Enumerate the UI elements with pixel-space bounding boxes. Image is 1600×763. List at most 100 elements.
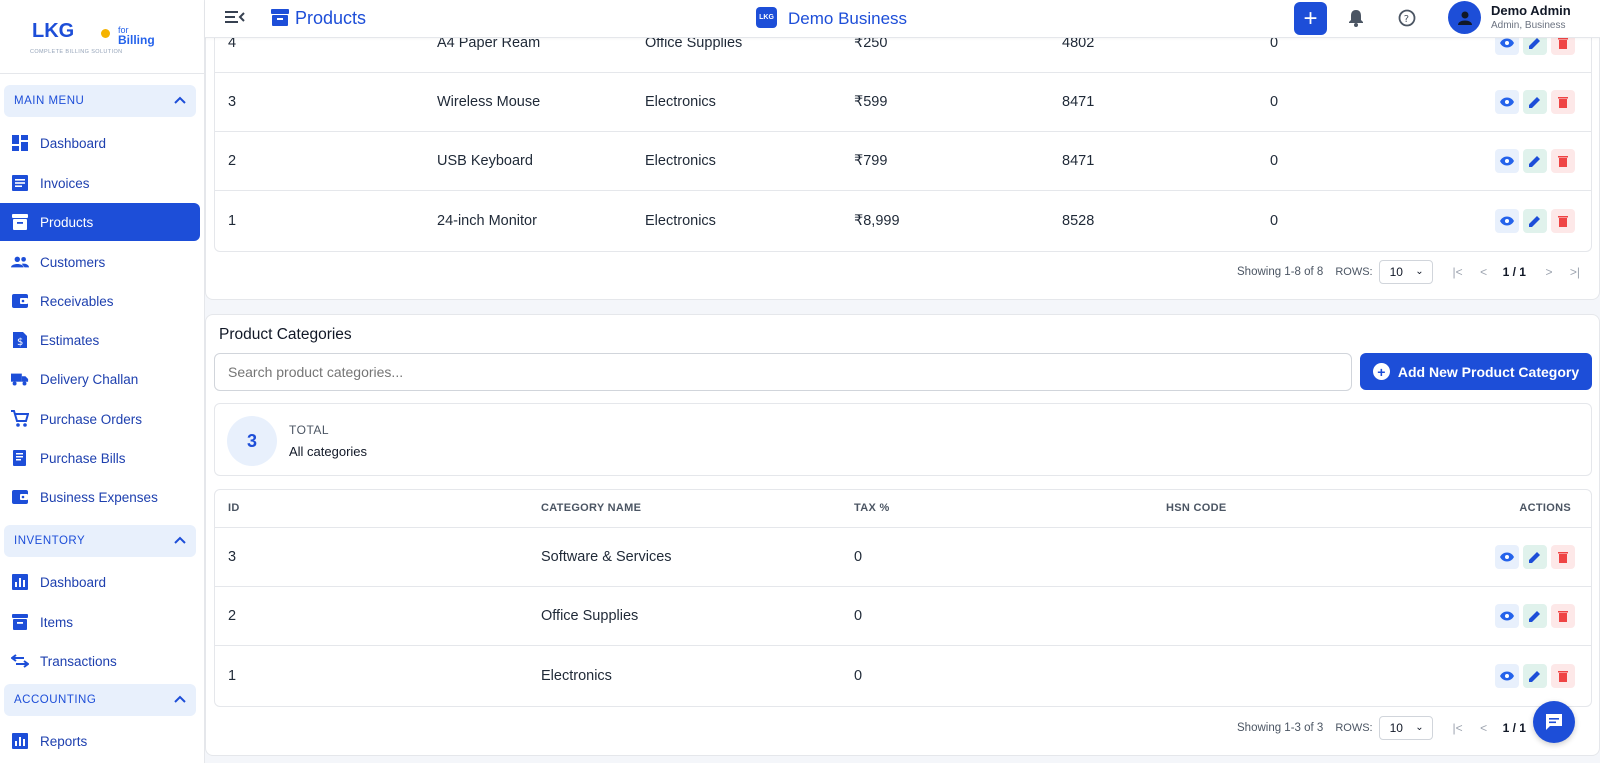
rows-value: 10 — [1389, 721, 1403, 735]
truck-icon — [11, 370, 29, 388]
cell-category: Electronics — [645, 212, 716, 229]
cell-category: Electronics — [645, 94, 716, 110]
view-icon[interactable] — [1495, 663, 1519, 688]
delete-icon[interactable] — [1551, 604, 1575, 628]
prev-page-button[interactable]: < — [1473, 717, 1495, 739]
estimate-icon: $ — [11, 331, 29, 349]
header-name: CATEGORY NAME — [541, 502, 642, 514]
edit-icon[interactable] — [1523, 149, 1547, 173]
cell-tax: 0 — [854, 549, 863, 565]
cell-price: ₹799 — [854, 153, 888, 169]
sidebar-item-dashboard[interactable]: Dashboard — [0, 124, 200, 162]
sidebar-item-transactions[interactable]: Transactions — [0, 642, 200, 680]
last-page-button[interactable]: >| — [1564, 261, 1586, 283]
view-icon[interactable] — [1495, 149, 1519, 173]
chart-icon — [11, 732, 29, 750]
sidebar: LKG for Billing COMPLETE BILLING SOLUTIO… — [0, 0, 205, 763]
sidebar-item-receivables[interactable]: Receivables — [0, 282, 200, 320]
delete-icon[interactable] — [1551, 149, 1575, 173]
logo-text: LKG — [32, 20, 75, 42]
business-name[interactable]: Demo Business — [788, 9, 907, 29]
view-icon[interactable] — [1495, 90, 1519, 114]
cell-hsn: 8471 — [1062, 153, 1095, 169]
table-row[interactable]: 3 Software & Services 0 — [215, 528, 1591, 587]
cell-tax: 0 — [1270, 212, 1279, 229]
categories-table: ID CATEGORY NAME TAX % HSN CODE ACTIONS … — [214, 489, 1592, 707]
rows-per-page-select[interactable]: 10 ⌄ — [1378, 260, 1433, 284]
cell-name: Software & Services — [541, 549, 672, 565]
section-main-menu[interactable]: MAIN MENU — [4, 85, 196, 117]
next-page-button[interactable]: > — [1538, 261, 1560, 283]
sidebar-item-items[interactable]: Items — [0, 603, 200, 641]
people-icon — [11, 253, 29, 271]
cell-tax: 0 — [854, 667, 863, 684]
view-icon[interactable] — [1495, 545, 1519, 569]
delete-icon[interactable] — [1551, 90, 1575, 114]
rows-per-page-select[interactable]: 10 ⌄ — [1378, 716, 1433, 740]
sidebar-item-inventory-dashboard[interactable]: Dashboard — [0, 563, 200, 601]
logo-billing: Billing — [118, 33, 155, 47]
table-row[interactable]: 3 Wireless Mouse Electronics ₹599 8471 0 — [215, 73, 1591, 132]
sidebar-item-purchase-orders[interactable]: Purchase Orders — [0, 400, 200, 438]
edit-icon[interactable] — [1523, 663, 1547, 688]
brand-logo[interactable]: LKG for Billing COMPLETE BILLING SOLUTIO… — [0, 0, 204, 74]
menu-collapse-icon[interactable] — [225, 9, 245, 30]
table-row[interactable]: 2 Office Supplies 0 — [215, 587, 1591, 646]
page-title: Products — [295, 8, 367, 28]
sidebar-item-purchase-bills[interactable]: Purchase Bills — [0, 439, 200, 477]
section-inventory[interactable]: INVENTORY — [4, 525, 196, 557]
chat-button[interactable] — [1533, 701, 1575, 743]
edit-icon[interactable] — [1523, 90, 1547, 114]
sidebar-item-label: Reports — [40, 733, 88, 749]
view-icon[interactable] — [1495, 604, 1519, 628]
cell-id: 1 — [228, 212, 237, 229]
first-page-button[interactable]: |< — [1447, 261, 1469, 283]
sidebar-item-products[interactable]: Products — [0, 203, 200, 241]
table-row[interactable]: 1 Electronics 0 — [215, 646, 1591, 705]
bell-icon[interactable] — [1348, 9, 1364, 32]
cart-icon — [11, 410, 29, 428]
delete-icon[interactable] — [1551, 208, 1575, 233]
section-accounting[interactable]: ACCOUNTING — [4, 684, 196, 716]
wallet-icon — [11, 292, 29, 310]
sidebar-item-customers[interactable]: Customers — [0, 243, 200, 281]
chevron-up-icon — [174, 95, 186, 107]
row-actions — [1495, 90, 1575, 114]
chevron-up-icon — [174, 535, 186, 547]
cell-id: 2 — [228, 153, 237, 169]
header-hsn: HSN CODE — [1166, 502, 1227, 514]
header-actions: ACTIONS — [1519, 502, 1571, 514]
sidebar-item-reports[interactable]: Reports — [0, 722, 200, 760]
sidebar-item-business-expenses[interactable]: Business Expenses — [0, 478, 200, 516]
table-header: ID CATEGORY NAME TAX % HSN CODE ACTIONS — [215, 490, 1591, 528]
sidebar-item-invoices[interactable]: Invoices — [0, 164, 200, 202]
first-page-button[interactable]: |< — [1447, 717, 1469, 739]
edit-icon[interactable] — [1523, 545, 1547, 569]
page-indicator: 1 / 1 — [1502, 265, 1526, 279]
category-search-input[interactable] — [214, 353, 1352, 391]
edit-icon[interactable] — [1523, 604, 1547, 628]
sidebar-item-label: Purchase Bills — [40, 450, 126, 466]
sidebar-item-label: Estimates — [40, 332, 100, 348]
view-icon[interactable] — [1495, 208, 1519, 233]
edit-icon[interactable] — [1523, 208, 1547, 233]
quick-add-button[interactable]: + — [1294, 2, 1327, 35]
sidebar-item-delivery-challan[interactable]: Delivery Challan — [0, 360, 200, 398]
row-actions — [1495, 149, 1575, 173]
user-name[interactable]: Demo Admin — [1491, 3, 1571, 18]
chevron-up-icon — [174, 694, 186, 706]
rows-label: ROWS: — [1335, 266, 1373, 278]
table-row[interactable]: 2 USB Keyboard Electronics ₹799 8471 0 — [215, 132, 1591, 191]
plus-circle-icon: + — [1372, 363, 1390, 380]
prev-page-button[interactable]: < — [1473, 261, 1495, 283]
sidebar-item-estimates[interactable]: $ Estimates — [0, 321, 200, 359]
delete-icon[interactable] — [1551, 663, 1575, 688]
avatar[interactable] — [1448, 1, 1481, 34]
sidebar-item-label: Business Expenses — [40, 489, 158, 505]
table-row[interactable]: 1 24-inch Monitor Electronics ₹8,999 852… — [215, 191, 1591, 250]
help-icon[interactable]: ? — [1398, 9, 1416, 32]
delete-icon[interactable] — [1551, 545, 1575, 569]
sidebar-item-label: Dashboard — [40, 135, 107, 151]
pagination-summary: Showing 1-3 of 3 — [1237, 722, 1324, 734]
add-category-button[interactable]: + Add New Product Category — [1360, 353, 1592, 390]
